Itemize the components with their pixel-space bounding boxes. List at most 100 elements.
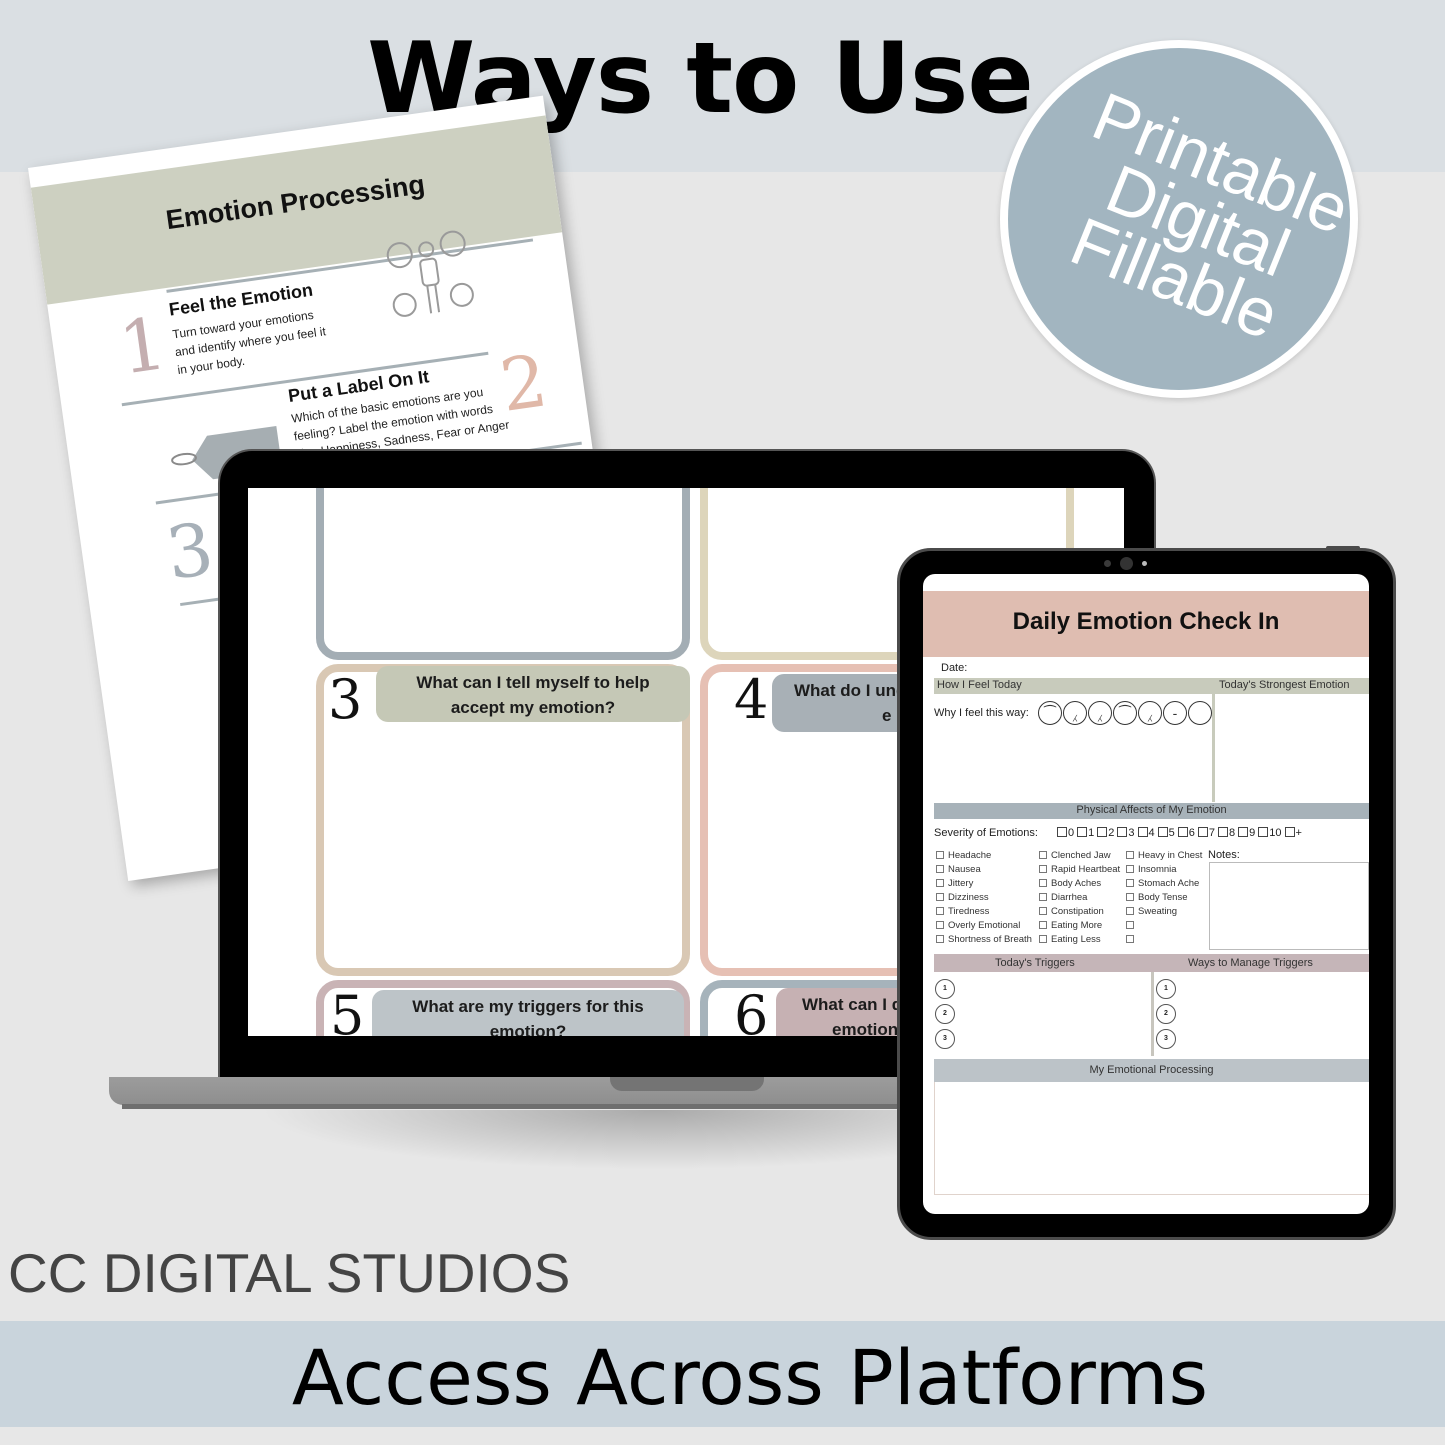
symptom-checkbox-item[interactable]: Dizziness <box>936 891 1032 905</box>
badge-text: Printable Digital Fillable <box>1060 78 1350 355</box>
symptom-checkbox-item[interactable]: Diarrhea <box>1039 891 1120 905</box>
symptom-checkbox-item[interactable]: Tiredness <box>936 905 1032 919</box>
symptom-checkbox-item[interactable]: Headache <box>936 849 1032 863</box>
manage-number: 1 <box>1156 979 1176 999</box>
severity-option[interactable]: 10 <box>1258 827 1282 839</box>
symptom-label: Diarrhea <box>1051 892 1088 903</box>
symptom-label: Stomach Ache <box>1138 878 1200 889</box>
symptom-checkbox-item[interactable]: Insomnia <box>1126 863 1202 877</box>
checkbox[interactable] <box>1177 827 1188 837</box>
triggers-header: Today's Triggers <box>995 957 1075 969</box>
checkbox[interactable] <box>936 935 944 943</box>
symptom-checkbox-item[interactable]: Stomach Ache <box>1126 877 1202 891</box>
severity-option[interactable]: 7 <box>1197 827 1215 839</box>
checkbox[interactable] <box>1057 827 1067 837</box>
symptom-checkbox-item[interactable]: Overly Emotional <box>936 919 1032 933</box>
checkbox[interactable] <box>1039 879 1047 887</box>
checkbox[interactable] <box>1197 827 1208 837</box>
sleepy-face-icon[interactable]: ⁀ <box>1113 701 1137 725</box>
severity-option[interactable]: 5 <box>1157 827 1175 839</box>
crying-face-icon[interactable]: ⁁ <box>1088 701 1112 725</box>
severity-option[interactable]: + <box>1284 827 1302 839</box>
laptop-trackpad-notch <box>610 1077 764 1091</box>
checkbox[interactable] <box>1126 935 1134 943</box>
checkbox[interactable] <box>1126 851 1134 859</box>
processing-input[interactable] <box>934 1082 1369 1195</box>
severity-option[interactable]: 2 <box>1097 827 1114 839</box>
checkbox[interactable] <box>1039 935 1047 943</box>
severity-option[interactable]: 4 <box>1137 827 1155 839</box>
severity-option[interactable]: 1 <box>1077 827 1094 839</box>
severity-option[interactable]: 8 <box>1218 827 1235 839</box>
notes-input[interactable] <box>1209 862 1369 950</box>
checkbox[interactable] <box>1284 827 1295 837</box>
severity-option-label: + <box>1295 827 1302 839</box>
symptom-label: Constipation <box>1051 906 1104 917</box>
symptom-checkbox-item[interactable]: Body Aches <box>1039 877 1120 891</box>
checkbox[interactable] <box>1126 907 1134 915</box>
checkbox[interactable] <box>1039 865 1047 873</box>
checkbox[interactable] <box>936 907 944 915</box>
manage-triggers-header: Ways to Manage Triggers <box>1188 957 1313 969</box>
manage-number: 2 <box>1156 1004 1176 1024</box>
happy-face-icon[interactable]: ⁀ <box>1038 701 1062 725</box>
card-number: 4 <box>734 668 769 731</box>
symptom-checkbox-item[interactable]: Jittery <box>936 877 1032 891</box>
severity-option[interactable]: 3 <box>1117 827 1135 839</box>
checkbox[interactable] <box>936 893 944 901</box>
symptom-label: Jittery <box>948 878 974 889</box>
checkbox[interactable] <box>1126 879 1134 887</box>
card-number: 3 <box>328 668 363 731</box>
symptom-label: Body Aches <box>1051 878 1102 889</box>
severity-option-label: 3 <box>1128 827 1135 839</box>
checkbox[interactable] <box>1137 827 1148 837</box>
severity-option[interactable]: 6 <box>1177 827 1195 839</box>
checkbox[interactable] <box>936 851 944 859</box>
neutral-face-icon[interactable]: - <box>1163 701 1187 725</box>
checkbox[interactable] <box>936 921 944 929</box>
symptom-checkbox-item[interactable] <box>1126 933 1202 947</box>
checkbox[interactable] <box>1157 827 1168 837</box>
checkbox[interactable] <box>936 879 944 887</box>
checkbox[interactable] <box>1258 827 1269 837</box>
symptom-checkbox-item[interactable]: Rapid Heartbeat <box>1039 863 1120 877</box>
symptom-checkbox-item[interactable]: Nausea <box>936 863 1032 877</box>
checkbox[interactable] <box>1238 827 1249 837</box>
trigger-number: 1 <box>935 979 955 999</box>
checkbox[interactable] <box>1117 827 1128 837</box>
symptom-checkbox-item[interactable]: Body Tense <box>1126 891 1202 905</box>
checkbox[interactable] <box>1077 827 1088 837</box>
strongest-emotion-label: Today's Strongest Emotion <box>1219 679 1350 691</box>
date-label: Date: <box>941 662 968 674</box>
checkbox[interactable] <box>1039 851 1047 859</box>
symptom-checkbox-item[interactable]: Eating Less <box>1039 933 1120 947</box>
checkbox[interactable] <box>1097 827 1108 837</box>
checkbox[interactable] <box>1039 907 1047 915</box>
symptom-label: Nausea <box>948 864 981 875</box>
card-question: What are my triggers for this emotion? <box>372 990 684 1036</box>
step-number: 1 <box>114 300 172 391</box>
symptom-checkbox-item[interactable]: Clenched Jaw <box>1039 849 1120 863</box>
checkbox[interactable] <box>1126 893 1134 901</box>
blank-face-icon[interactable] <box>1188 701 1212 725</box>
symptom-checkbox-item[interactable]: Heavy in Chest <box>1126 849 1202 863</box>
sad-face-icon[interactable]: ⁁ <box>1063 701 1087 725</box>
symptom-checkbox-item[interactable]: Constipation <box>1039 905 1120 919</box>
checkbox[interactable] <box>936 865 944 873</box>
checkbox[interactable] <box>1039 893 1047 901</box>
checkbox[interactable] <box>1218 827 1228 837</box>
symptoms-column-2: Clenched Jaw Rapid Heartbeat Body Aches Dia… <box>1039 849 1120 947</box>
journal-card[interactable] <box>316 488 690 660</box>
symptom-checkbox-item[interactable]: Eating More <box>1039 919 1120 933</box>
severity-option[interactable]: 0 <box>1057 827 1074 839</box>
angry-face-icon[interactable]: ⁁ <box>1138 701 1162 725</box>
severity-option-label: 5 <box>1168 827 1175 839</box>
checkbox[interactable] <box>1126 921 1134 929</box>
symptom-label: Clenched Jaw <box>1051 850 1111 861</box>
checkbox[interactable] <box>1126 865 1134 873</box>
symptom-checkbox-item[interactable]: Shortness of Breath <box>936 933 1032 947</box>
checkbox[interactable] <box>1039 921 1047 929</box>
severity-option[interactable]: 9 <box>1238 827 1255 839</box>
symptom-checkbox-item[interactable]: Sweating <box>1126 905 1202 919</box>
symptom-checkbox-item[interactable] <box>1126 919 1202 933</box>
